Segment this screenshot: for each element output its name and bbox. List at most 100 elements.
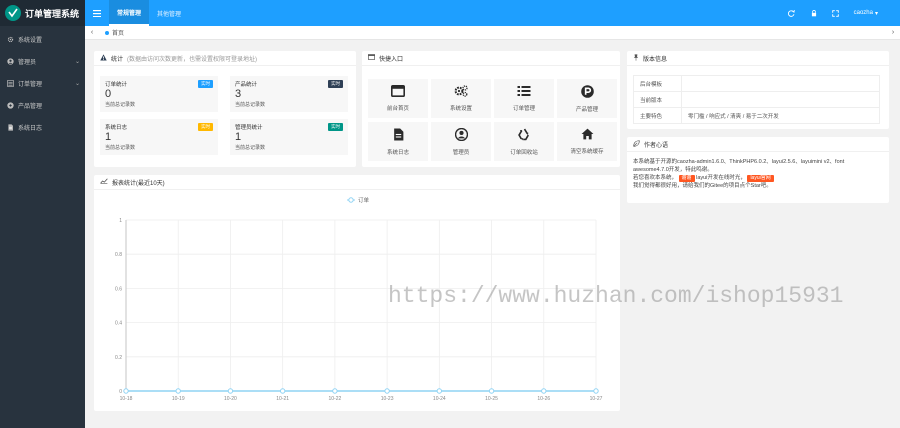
caret-down-icon: ▾ [874, 10, 878, 17]
shortcut-label: 产品管理 [575, 106, 598, 113]
data-point [175, 388, 181, 394]
active-dot-icon [105, 30, 109, 35]
y-tick-label: 0.8 [115, 252, 122, 258]
sidebar-item-label: 系统设置 [18, 37, 43, 44]
data-point [123, 388, 129, 394]
legend-label: 订单 [358, 196, 370, 204]
author-line-1: 本系统基于开源的caozha-admin1.6.0、ThinkPHP6.0.2、… [633, 159, 845, 165]
top-tab-other[interactable]: 其他管理 [149, 0, 189, 26]
user-circle-icon [454, 127, 468, 143]
box-icon [7, 101, 14, 109]
stat-note: 当前总记录数 [105, 145, 136, 151]
version-key: 当前版本 [633, 91, 682, 108]
doc-icon [393, 128, 404, 143]
menu-toggle-button[interactable] [85, 0, 109, 26]
stat-badge: 实时 [328, 123, 343, 131]
line-chart-icon [100, 178, 108, 186]
sidebar-item-2[interactable]: 管理员 ⌄ [0, 50, 85, 72]
tab-home[interactable]: 首页 [99, 28, 124, 37]
sidebar-item-1[interactable]: 系统设置 [0, 28, 85, 50]
top-tab-general[interactable]: 常规管理 [109, 0, 150, 26]
sidebar-item-4[interactable]: 产品管理 [0, 94, 85, 116]
stat-badge: 实时 [198, 123, 213, 131]
stat-note: 当前总记录数 [105, 102, 136, 108]
stats-title: 统计 [111, 56, 124, 63]
stat-value: 1 [105, 131, 112, 143]
window-icon [368, 54, 375, 62]
doc-icon [7, 123, 14, 131]
version-row: 主要特色 零门槛 / 响应式 / 清爽 / 易于二次开发 [633, 107, 880, 124]
y-tick-label: 0.6 [115, 286, 122, 292]
fullscreen-icon[interactable] [832, 9, 840, 17]
sidebar-item-label: 订单管理 [18, 81, 43, 88]
shortcut-3[interactable]: 订单管理 [494, 79, 554, 118]
version-row: 当前版本 [633, 91, 880, 108]
app-logo[interactable]: 订单管理系统 [0, 0, 85, 26]
refresh-icon[interactable] [788, 9, 796, 17]
data-point [227, 388, 234, 394]
user-icon [7, 57, 14, 65]
sidebar-item-3[interactable]: 订单管理 ⌄ [0, 72, 85, 94]
stats-card: 统计 (数据由访问次数更新，也需设置权限可登录地址) 订单统计 实时 0 当前总记录数… [94, 51, 356, 167]
pin-icon [633, 53, 639, 63]
home-icon [581, 128, 594, 142]
stats-subtitle: (数据由访问次数更新，也需设置权限可登录地址) [127, 56, 258, 63]
lock-icon[interactable] [810, 9, 818, 17]
sidebar-item-label: 产品管理 [18, 103, 43, 110]
app-title: 订单管理系统 [25, 8, 80, 19]
page-tabbar: ‹ 首页 › [85, 26, 900, 40]
shortcut-8[interactable]: 清空系统缓存 [557, 122, 617, 161]
shortcut-label: 前台首页 [386, 106, 409, 112]
chart-title: 报表统计(最近10天) [112, 180, 165, 187]
author-line-3-middle: layui开发在线时光， [696, 175, 746, 181]
gears-icon [7, 36, 14, 43]
shortcut-5[interactable]: 系统日志 [368, 122, 428, 161]
chevron-down-icon: ⌄ [74, 80, 80, 87]
list-icon [517, 85, 531, 99]
sidebar-item-label: 管理员 [18, 59, 37, 66]
stat-title: 产品统计 [235, 82, 258, 88]
tab-scroll-left-button[interactable]: ‹ [85, 29, 99, 36]
top-header: 常规管理 其他管理 caozha ▾ [85, 0, 900, 26]
author-line-2: awesome4.7.0开发，特此鸣谢。 [633, 167, 713, 173]
product-p-icon [580, 84, 594, 100]
data-point [541, 388, 547, 394]
author-text: 本系统基于开源的caozha-admin1.6.0、ThinkPHP6.0.2、… [627, 152, 889, 196]
data-point [436, 388, 443, 394]
version-row: 后台模板 [633, 75, 880, 92]
author-title: 作者心语 [644, 142, 669, 149]
watermark: https://www.huzhan.com/ishop15931 [388, 283, 844, 309]
version-title: 版本信息 [643, 56, 668, 63]
shortcut-2[interactable]: 系统设置 [431, 79, 491, 118]
version-value [681, 75, 880, 92]
shortcut-label: 订单管理 [512, 106, 535, 112]
shortcut-4[interactable]: 产品管理 [557, 79, 617, 118]
sidebar-menu: 系统设置管理员 ⌄ 订单管理 ⌄ 产品管理系统日志 [0, 28, 85, 138]
stat-title: 系统日志 [105, 125, 128, 131]
version-value [681, 91, 880, 108]
data-point [332, 388, 338, 394]
stat-title: 订单统计 [105, 82, 128, 88]
chevron-down-icon: ⌄ [74, 58, 80, 65]
stat-note: 当前总记录数 [235, 102, 266, 108]
stat-value: 3 [235, 88, 242, 100]
stat-note: 当前总记录数 [235, 145, 266, 151]
layui-link-tag[interactable]: layui官网 [747, 175, 774, 182]
sidebar-item-5[interactable]: 系统日志 [0, 116, 85, 138]
y-tick-label: 0.4 [115, 321, 122, 327]
thanks-tag[interactable]: 谢谢 [678, 175, 695, 182]
shortcut-6[interactable]: 管理员 [431, 122, 491, 161]
shortcut-label: 系统设置 [449, 106, 472, 112]
x-tick-label: 10-18 [120, 396, 133, 402]
data-point [279, 388, 286, 394]
x-tick-label: 10-21 [276, 396, 289, 402]
logo-icon [5, 5, 21, 21]
shortcut-7[interactable]: 订单回收站 [494, 122, 554, 161]
hamburger-icon [93, 9, 101, 17]
sidebar-item-label: 系统日志 [18, 125, 43, 132]
shortcut-1[interactable]: 前台首页 [368, 79, 428, 118]
tab-scroll-right-button[interactable]: › [886, 29, 900, 36]
data-point [384, 388, 390, 394]
author-card: 作者心语 本系统基于开源的caozha-admin1.6.0、ThinkPHP6… [627, 137, 889, 203]
user-menu[interactable]: caozha ▾ [854, 10, 878, 17]
